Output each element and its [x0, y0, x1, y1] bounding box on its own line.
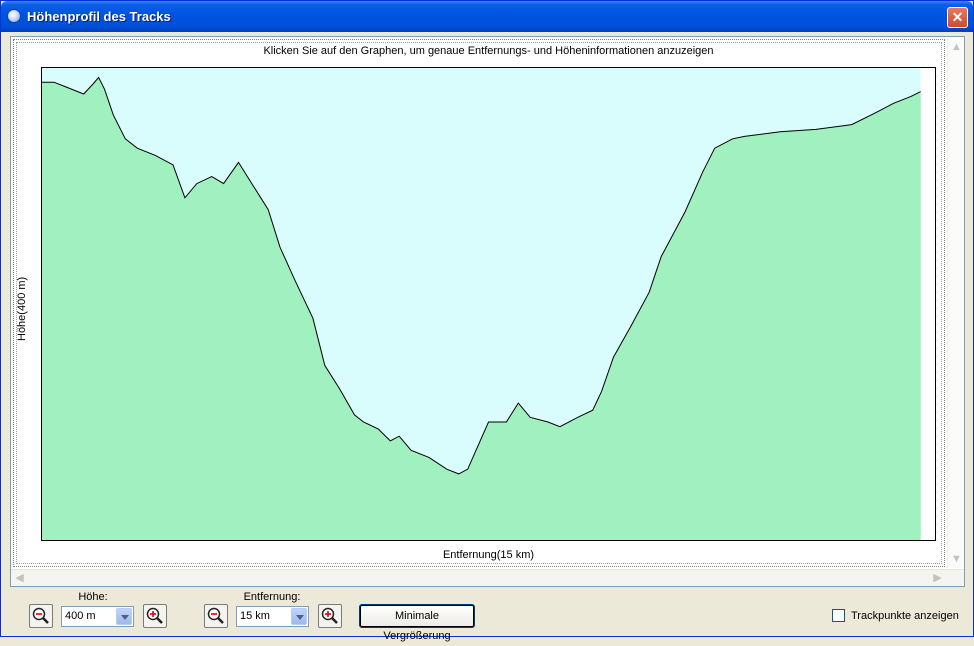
- zoom-in-icon: [146, 607, 163, 624]
- hoehe-select-value: 400 m: [65, 610, 96, 622]
- trackpoints-checkbox[interactable]: [832, 609, 845, 622]
- chevron-down-icon[interactable]: [291, 608, 307, 625]
- app-icon: [7, 9, 21, 23]
- zoom-out-icon: [207, 607, 224, 624]
- entfernung-zoom-out-button[interactable]: [204, 604, 228, 628]
- title-bar: Höhenprofil des Tracks ✕: [1, 1, 973, 32]
- chevron-down-icon[interactable]: [116, 608, 132, 625]
- entfernung-select-value: 15 km: [240, 610, 270, 622]
- graph-instructions: Klicken Sie auf den Graphen, um genaue E…: [263, 45, 714, 57]
- zoom-out-icon: [32, 607, 49, 624]
- elevation-chart-svg[interactable]: [42, 68, 935, 540]
- scroll-left-icon[interactable]: ◀: [11, 570, 28, 587]
- hoehe-label: Höhe:: [78, 591, 108, 603]
- elevation-profile-window: Höhenprofil des Tracks ✕ Klicken Sie auf…: [0, 0, 974, 642]
- close-button[interactable]: ✕: [947, 7, 968, 28]
- entfernung-select[interactable]: 15 km: [236, 606, 309, 627]
- trackpoints-checkbox-label: Trackpunkte anzeigen: [851, 610, 959, 622]
- vertical-scrollbar[interactable]: ▲ ▼: [947, 39, 964, 568]
- hoehe-zoom-in-button[interactable]: [143, 604, 167, 628]
- zoom-in-icon: [321, 607, 338, 624]
- elevation-plot[interactable]: [41, 67, 936, 541]
- horizontal-scrollbar[interactable]: ◀ ▶: [11, 569, 964, 586]
- window-title: Höhenprofil des Tracks: [27, 9, 171, 24]
- minimal-zoom-button[interactable]: Minimale Vergrößerung: [359, 604, 475, 642]
- scroll-down-icon[interactable]: ▼: [948, 551, 965, 568]
- hoehe-zoom-out-button[interactable]: [29, 604, 53, 628]
- entfernung-label: Entfernung:: [243, 591, 301, 603]
- hoehe-select[interactable]: 400 m: [61, 606, 134, 627]
- scroll-up-icon[interactable]: ▲: [948, 39, 965, 56]
- scroll-right-icon[interactable]: ▶: [929, 570, 946, 587]
- close-icon: ✕: [951, 9, 964, 25]
- entfernung-zoom-in-button[interactable]: [318, 604, 342, 628]
- y-axis-label: Höhe(400 m): [16, 276, 28, 341]
- x-axis-label: Entfernung(15 km): [442, 549, 535, 561]
